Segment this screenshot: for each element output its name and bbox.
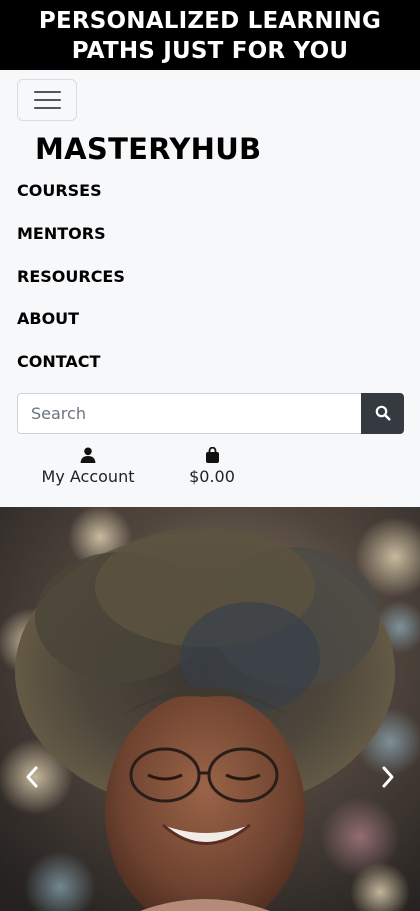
hero-carousel (0, 507, 420, 911)
nav-link-contact[interactable]: CONTACT (17, 352, 100, 371)
promo-line-2: PATHS JUST FOR YOU (71, 38, 349, 64)
my-account-label: My Account (41, 466, 135, 486)
nav-menu: COURSES MENTORS RESOURCES ABOUT CONTACT (17, 179, 404, 393)
cart-link[interactable]: $0.00 (172, 446, 252, 486)
chevron-left-icon (26, 766, 38, 788)
hamburger-icon[interactable] (17, 79, 77, 121)
nav-link-resources[interactable]: RESOURCES (17, 267, 125, 286)
my-account-link[interactable]: My Account (34, 447, 142, 486)
cart-total: $0.00 (189, 466, 235, 486)
chevron-right-icon (382, 766, 394, 788)
nav-item-resources[interactable]: RESOURCES (17, 265, 404, 308)
shopping-bag-icon (205, 446, 219, 463)
search-input[interactable] (17, 392, 361, 434)
nav-item-contact[interactable]: CONTACT (17, 350, 404, 393)
nav-link-about[interactable]: ABOUT (17, 309, 79, 328)
search-icon (375, 406, 390, 421)
main-navbar: MASTERYHUB COURSES MENTORS RESOURCES ABO… (0, 70, 420, 507)
carousel-next-button[interactable] (373, 762, 403, 792)
nav-item-about[interactable]: ABOUT (17, 307, 404, 350)
carousel-prev-button[interactable] (17, 762, 47, 792)
promo-banner: PERSONALIZED LEARNING PATHS JUST FOR YOU (0, 0, 420, 70)
promo-line-1: PERSONALIZED LEARNING (38, 8, 382, 34)
user-icon (80, 447, 96, 463)
nav-link-mentors[interactable]: MENTORS (17, 224, 106, 243)
search-button[interactable] (361, 392, 404, 434)
smiling-woman-photo (0, 507, 420, 911)
nav-item-courses[interactable]: COURSES (17, 179, 404, 222)
nav-link-courses[interactable]: COURSES (17, 181, 102, 200)
search-form (17, 392, 404, 434)
brand-logo[interactable]: MASTERYHUB (35, 132, 404, 166)
account-row: My Account $0.00 (17, 446, 404, 486)
nav-item-mentors[interactable]: MENTORS (17, 222, 404, 265)
